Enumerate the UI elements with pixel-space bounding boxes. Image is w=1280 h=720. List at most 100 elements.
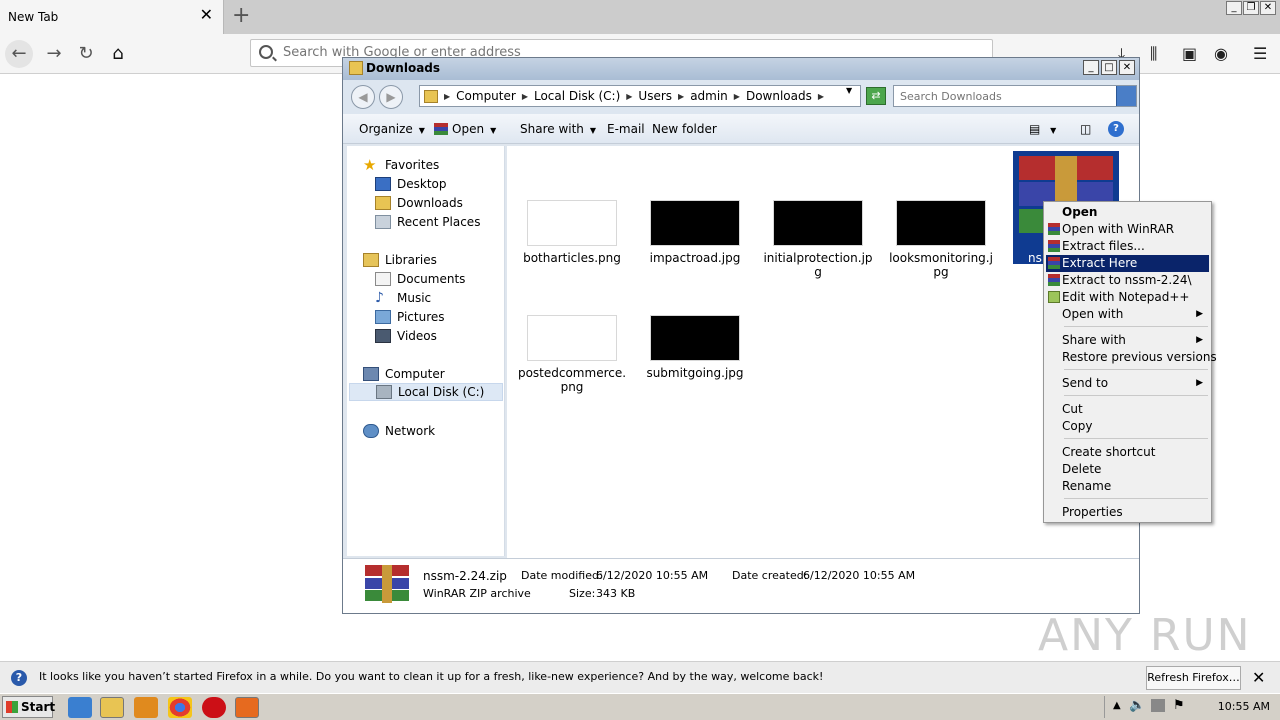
open-button[interactable]: Open ▼	[434, 122, 496, 136]
file-thumbnail	[896, 200, 986, 246]
sidebar-item-favorites[interactable]: ★ Favorites	[363, 156, 439, 174]
refresh-icon[interactable]: ⇄	[866, 87, 886, 105]
preview-pane-icon[interactable]: ◫	[1080, 122, 1091, 136]
firefox-icon[interactable]	[235, 697, 259, 718]
opera-icon[interactable]	[202, 697, 226, 718]
sidebar-item-recent-places[interactable]: Recent Places	[375, 213, 480, 231]
close-icon[interactable]: ✕	[1260, 1, 1276, 15]
videos-icon	[375, 329, 391, 343]
breadcrumb-admin[interactable]: admin	[690, 89, 728, 103]
close-tab-icon[interactable]: ✕	[200, 7, 213, 23]
minimize-icon[interactable]: _	[1226, 1, 1242, 15]
sidebar-item-documents[interactable]: Documents	[375, 270, 465, 288]
home-icon[interactable]: ⌂	[104, 40, 132, 68]
menu-separator	[1064, 326, 1208, 327]
back-arrow-icon[interactable]: ←	[5, 40, 33, 68]
music-icon: ♪	[375, 290, 384, 306]
menu-send-to[interactable]: Send to ▶	[1046, 375, 1209, 392]
email-button[interactable]: E-mail	[607, 122, 645, 136]
file-name: looksmonitoring.jpg	[889, 251, 993, 279]
view-icon[interactable]: ▤ ▼	[1029, 122, 1056, 136]
menu-restore-previous[interactable]: Restore previous versions	[1046, 349, 1217, 366]
menu-copy[interactable]: Copy	[1046, 418, 1209, 435]
library-icon[interactable]: ⫼	[1150, 44, 1157, 64]
winrar-icon	[1048, 274, 1060, 286]
reload-icon[interactable]: ↻	[72, 40, 100, 68]
back-button[interactable]: ◀	[351, 85, 375, 109]
menu-extract-here[interactable]: Extract Here	[1046, 255, 1209, 272]
menu-extract-files[interactable]: Extract files...	[1046, 238, 1209, 255]
explorer-title-bar[interactable]: Downloads _ □ ✕	[343, 58, 1139, 80]
refresh-firefox-button[interactable]: Refresh Firefox…	[1146, 666, 1241, 690]
menu-delete[interactable]: Delete	[1046, 461, 1209, 478]
sidebar-item-local-disk[interactable]: Local Disk (C:)	[349, 383, 503, 401]
chevron-right-icon[interactable]: ▶	[678, 92, 684, 101]
file-explorer-icon[interactable]	[100, 697, 124, 718]
details-pane: nssm-2.24.zip WinRAR ZIP archive Date mo…	[343, 558, 1139, 613]
close-icon[interactable]: ✕	[1119, 60, 1135, 75]
breadcrumb-downloads[interactable]: Downloads	[746, 89, 812, 103]
sidebar-item-videos[interactable]: Videos	[375, 327, 437, 345]
details-filename: nssm-2.24.zip	[423, 569, 507, 583]
organize-button[interactable]: Organize ▼	[359, 122, 425, 136]
menu-cut[interactable]: Cut	[1046, 401, 1209, 418]
start-button[interactable]: Start	[2, 696, 55, 718]
search-icon[interactable]	[1116, 86, 1136, 106]
chevron-right-icon[interactable]: ▶	[522, 92, 528, 101]
browser-tab[interactable]: New Tab ✕	[0, 0, 224, 34]
menu-icon[interactable]: ☰	[1253, 44, 1267, 63]
chevron-right-icon[interactable]: ▶	[444, 92, 450, 101]
sidebar-item-desktop[interactable]: Desktop	[375, 175, 447, 193]
chevron-right-icon[interactable]: ▶	[734, 92, 740, 101]
menu-share-with[interactable]: Share with ▶	[1046, 332, 1209, 349]
chevron-right-icon[interactable]: ▶	[818, 92, 824, 101]
chevron-right-icon[interactable]: ▶	[626, 92, 632, 101]
internet-explorer-icon[interactable]	[68, 697, 92, 718]
help-icon[interactable]: ?	[1108, 121, 1124, 137]
menu-create-shortcut[interactable]: Create shortcut	[1046, 444, 1209, 461]
clock[interactable]: 10:55 AM	[1218, 700, 1270, 713]
network-tray-icon[interactable]	[1151, 699, 1165, 712]
forward-button[interactable]: ▶	[379, 85, 403, 109]
chrome-icon[interactable]	[168, 697, 192, 718]
minimize-icon[interactable]: _	[1083, 60, 1099, 75]
account-icon[interactable]: ◉	[1214, 44, 1228, 63]
menu-open-with[interactable]: Open with ▶	[1046, 306, 1209, 323]
media-player-icon[interactable]	[134, 697, 158, 718]
chevron-up-icon[interactable]: ▲	[1113, 700, 1121, 711]
menu-open-with-winrar[interactable]: Open with WinRAR	[1046, 221, 1209, 238]
breadcrumb-users[interactable]: Users	[638, 89, 672, 103]
maximize-icon[interactable]: □	[1101, 60, 1117, 75]
sidebar-item-computer[interactable]: Computer	[363, 365, 445, 383]
menu-edit-notepad[interactable]: Edit with Notepad++	[1046, 289, 1209, 306]
libraries-icon	[363, 253, 379, 267]
new-tab-icon[interactable]: +	[232, 4, 250, 28]
sidebar-icon[interactable]: ▣	[1182, 44, 1197, 63]
breadcrumb-computer[interactable]: Computer	[456, 89, 516, 103]
chevron-down-icon[interactable]: ▼	[846, 86, 852, 95]
sidebar-item-downloads[interactable]: Downloads	[375, 194, 463, 212]
breadcrumb-local-disk[interactable]: Local Disk (C:)	[534, 89, 620, 103]
flag-icon[interactable]: ⚑	[1173, 698, 1185, 713]
sidebar-item-pictures[interactable]: Pictures	[375, 308, 445, 326]
volume-icon[interactable]: 🔈	[1129, 698, 1145, 713]
window-title: Downloads	[366, 61, 441, 75]
sidebar-item-music[interactable]: ♪ Music	[375, 289, 431, 307]
search-box[interactable]	[893, 85, 1137, 107]
address-bar[interactable]: ▶ Computer ▶ Local Disk (C:) ▶ Users ▶ a…	[419, 85, 861, 107]
restore-icon[interactable]: ❐	[1243, 1, 1259, 15]
sidebar-item-network[interactable]: Network	[363, 422, 435, 440]
menu-extract-to[interactable]: Extract to nssm-2.24\	[1046, 272, 1209, 289]
forward-arrow-icon[interactable]: →	[40, 40, 68, 68]
menu-rename[interactable]: Rename	[1046, 478, 1209, 495]
close-icon[interactable]: ✕	[1252, 668, 1265, 687]
new-folder-button[interactable]: New folder	[652, 122, 717, 136]
file-name: botharticles.png	[523, 251, 621, 265]
menu-open[interactable]: Open	[1046, 204, 1209, 221]
sidebar-item-libraries[interactable]: Libraries	[363, 251, 437, 269]
share-with-button[interactable]: Share with ▼	[520, 122, 596, 136]
details-filetype: WinRAR ZIP archive	[423, 587, 531, 600]
search-input[interactable]	[898, 89, 1108, 104]
windows-logo-icon	[6, 701, 18, 713]
menu-properties[interactable]: Properties	[1046, 504, 1209, 521]
